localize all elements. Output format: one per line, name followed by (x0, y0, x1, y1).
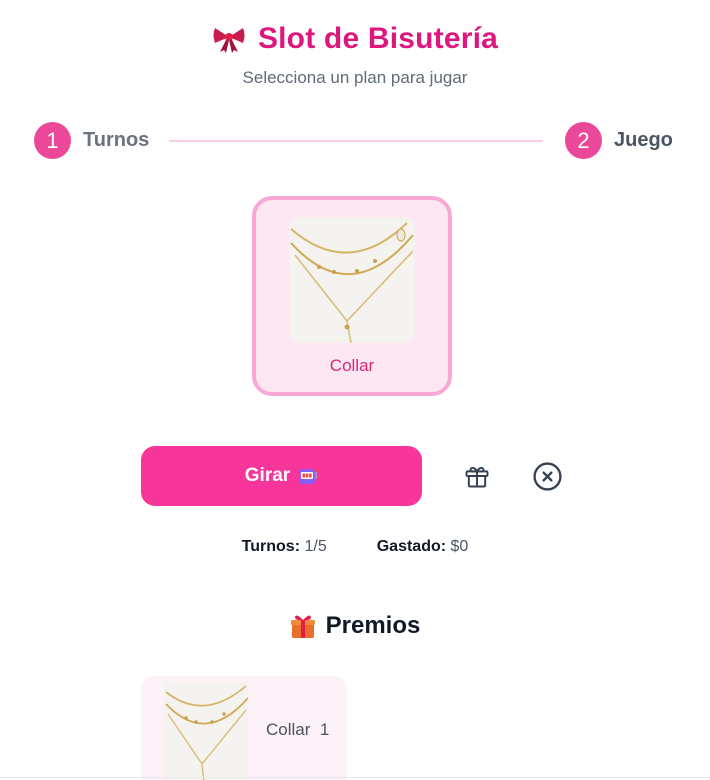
slot-reel: Collar (252, 196, 452, 396)
prizes-title: Premios (325, 612, 421, 639)
prize-card: Collar 1 (141, 676, 347, 780)
spent-label: Gastado: (376, 538, 447, 555)
step-number: 2 (565, 122, 602, 159)
prize-label: Collar 1 (266, 720, 329, 740)
slot-item-label: Collar (329, 356, 375, 375)
wrapped-gift-icon (290, 615, 315, 638)
page-divider (0, 777, 710, 778)
prize-count: 1 (319, 720, 330, 739)
gift-icon (465, 466, 489, 488)
step-label: Turnos (83, 129, 150, 151)
step-label: Juego (614, 129, 673, 151)
page: Slot de Bisutería Selecciona un plan par… (0, 0, 710, 780)
turns-label: Turnos: (241, 538, 301, 555)
page-header: Slot de Bisutería (0, 22, 710, 56)
gift-button[interactable] (459, 458, 495, 494)
ribbon-bow-icon (213, 28, 245, 53)
necklace-image (289, 217, 415, 343)
page-subtitle: Selecciona un plan para jugar (242, 68, 468, 87)
step-turnos[interactable]: 1 Turnos (34, 122, 149, 159)
spin-button[interactable]: Girar (141, 446, 422, 506)
prizes-header: Premios (0, 612, 710, 640)
spin-button-label: Girar (244, 465, 291, 486)
turns-value: 1/5 (304, 538, 327, 555)
page-title: Slot de Bisutería (257, 22, 499, 55)
step-number: 1 (34, 122, 71, 159)
step-juego[interactable]: 2 Juego (565, 122, 673, 159)
necklace-image (164, 682, 248, 780)
spent-stat: Gastado: $0 (377, 538, 469, 556)
close-circle-icon (532, 461, 562, 491)
turns-stat: Turnos: 1/5 (242, 538, 327, 556)
prize-name: Collar (266, 720, 311, 739)
slot-machine-icon (299, 469, 318, 484)
stepper: 1 Turnos 2 Juego (34, 122, 674, 160)
game-stats: Turnos: 1/5 Gastado: $0 (0, 538, 710, 556)
spent-value: $0 (450, 538, 469, 555)
close-button[interactable] (529, 458, 565, 494)
stepper-connector (169, 140, 543, 142)
